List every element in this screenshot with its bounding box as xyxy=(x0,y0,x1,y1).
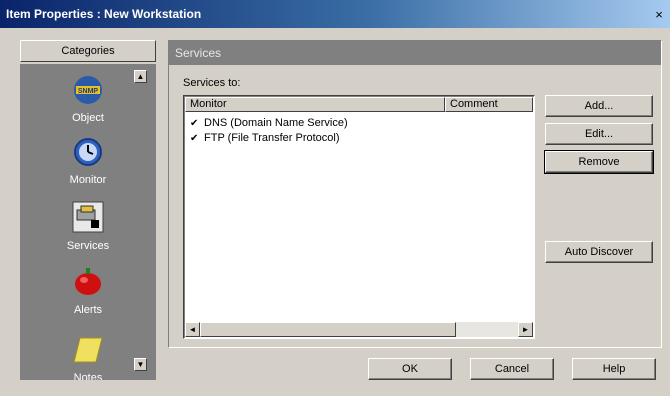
cancel-button[interactable]: Cancel xyxy=(470,358,554,380)
scroll-right-icon[interactable]: ► xyxy=(518,322,533,337)
services-panel-title: Services xyxy=(169,41,661,65)
categories-header: Categories xyxy=(20,40,156,62)
add-button[interactable]: Add... xyxy=(545,95,653,117)
snmp-icon: SNMP xyxy=(74,76,102,104)
categories-list[interactable]: ▲ SNMP Object Monitor Services Alerts No… xyxy=(20,64,156,380)
category-label: Services xyxy=(66,240,110,252)
category-label: Monitor xyxy=(69,174,107,186)
alert-icon xyxy=(75,268,101,295)
category-label: Object xyxy=(72,112,104,124)
category-item-services[interactable]: Services xyxy=(20,200,156,252)
checkbox-icon[interactable]: ✔ xyxy=(190,132,200,146)
item-properties-dialog: Item Properties : New Workstation × Cate… xyxy=(0,0,670,396)
service-row[interactable]: ✔ FTP (File Transfer Protocol) xyxy=(190,131,340,145)
services-list[interactable]: Monitor Comment ✔ DNS (Domain Name Servic… xyxy=(183,95,535,339)
remove-button[interactable]: Remove xyxy=(544,150,654,174)
service-name: DNS (Domain Name Service) xyxy=(204,117,348,129)
horizontal-scrollbar[interactable]: ◄ ► xyxy=(185,322,533,337)
notes-icon xyxy=(73,337,103,363)
clock-icon xyxy=(74,138,102,166)
checkbox-icon[interactable]: ✔ xyxy=(190,117,200,131)
category-item-notes[interactable]: Notes xyxy=(20,334,156,380)
categories-scroll-down-icon[interactable]: ▼ xyxy=(134,358,147,371)
scroll-left-icon[interactable]: ◄ xyxy=(185,322,200,337)
edit-button[interactable]: Edit... xyxy=(545,123,653,145)
service-name: FTP (File Transfer Protocol) xyxy=(204,132,340,144)
category-label: Notes xyxy=(73,372,103,380)
title-bar[interactable]: Item Properties : New Workstation × xyxy=(0,0,670,28)
scrollbar-thumb[interactable] xyxy=(200,322,456,337)
column-monitor[interactable]: Monitor xyxy=(185,97,445,112)
ok-button[interactable]: OK xyxy=(368,358,452,380)
help-button[interactable]: Help xyxy=(572,358,656,380)
category-label: Alerts xyxy=(73,304,103,316)
services-to-label: Services to: xyxy=(183,77,241,89)
close-icon[interactable]: × xyxy=(652,8,666,22)
services-icon xyxy=(72,201,104,233)
category-item-monitor[interactable]: Monitor xyxy=(20,136,156,186)
category-item-object[interactable]: SNMP Object xyxy=(20,74,156,124)
window-title: Item Properties : New Workstation xyxy=(6,7,202,21)
category-item-alerts[interactable]: Alerts xyxy=(20,266,156,316)
services-list-header: Monitor Comment xyxy=(185,97,533,112)
svg-text:SNMP: SNMP xyxy=(78,88,99,95)
auto-discover-button[interactable]: Auto Discover xyxy=(545,241,653,263)
services-panel: Services Services to: Monitor Comment ✔ D… xyxy=(168,40,662,348)
service-row[interactable]: ✔ DNS (Domain Name Service) xyxy=(190,116,348,130)
column-comment[interactable]: Comment xyxy=(445,97,533,112)
